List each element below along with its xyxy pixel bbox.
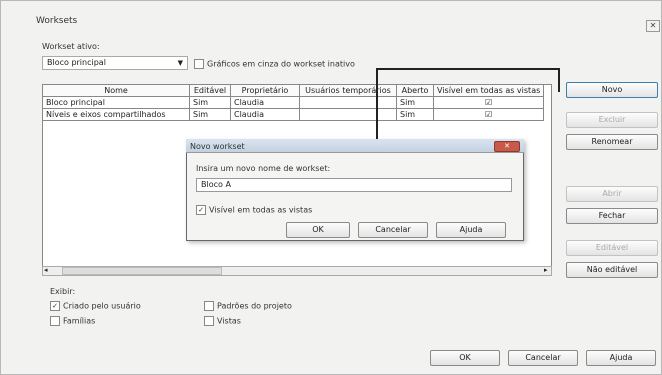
- workset-name-input[interactable]: Bloco A: [196, 178, 512, 192]
- cell-proprietario: Claudia: [230, 108, 300, 121]
- col-aberto[interactable]: Aberto: [396, 84, 434, 97]
- cancel-button[interactable]: Cancelar: [508, 350, 578, 366]
- checkbox-checked-icon[interactable]: ✓: [50, 301, 60, 311]
- col-usuarios[interactable]: Usuários temporários: [299, 84, 397, 97]
- callout-line: [558, 68, 560, 92]
- show-families-option[interactable]: Famílias: [50, 316, 95, 326]
- scrollbar-thumb[interactable]: [62, 267, 222, 275]
- ok-button[interactable]: OK: [430, 350, 500, 366]
- callout-line: [376, 68, 560, 70]
- gray-inactive-checkbox[interactable]: [194, 59, 204, 69]
- cell-nome[interactable]: Níveis e eixos compartilhados: [42, 108, 190, 121]
- chevron-down-icon: ▼: [177, 59, 183, 67]
- cell-aberto[interactable]: Sim: [396, 96, 434, 109]
- scroll-left-icon[interactable]: ◂: [44, 266, 48, 274]
- show-user-label: Criado pelo usuário: [63, 301, 141, 311]
- gray-inactive-option[interactable]: Gráficos em cinza do workset inativo: [194, 59, 355, 69]
- close-icon[interactable]: ✕: [646, 20, 660, 32]
- dialog-visible-label: Visível em todas as vistas: [209, 205, 313, 215]
- show-views-label: Vistas: [217, 316, 241, 326]
- show-families-label: Famílias: [63, 316, 96, 326]
- cell-visivel-checkbox[interactable]: ☑: [432, 108, 545, 121]
- checkbox[interactable]: [204, 301, 214, 311]
- show-standards-option[interactable]: Padrões do projeto: [204, 301, 292, 311]
- help-button[interactable]: Ajuda: [586, 350, 656, 366]
- excluir-button[interactable]: Excluir: [566, 112, 658, 128]
- fechar-button[interactable]: Fechar: [566, 208, 658, 224]
- checkbox[interactable]: [50, 316, 60, 326]
- col-editavel[interactable]: Editável: [189, 84, 231, 97]
- show-label: Exibir:: [50, 287, 76, 296]
- table-header: Nome Editável Proprietário Usuários temp…: [42, 84, 545, 97]
- show-views-option[interactable]: Vistas: [204, 316, 241, 326]
- dialog-prompt: Insira um novo nome de workset:: [196, 164, 331, 173]
- renomear-button[interactable]: Renomear: [566, 134, 658, 150]
- editavel-button[interactable]: Editável: [566, 240, 658, 256]
- worksets-table: Nome Editável Proprietário Usuários temp…: [42, 84, 545, 121]
- show-standards-label: Padrões do projeto: [217, 301, 292, 311]
- cell-editavel[interactable]: Sim: [189, 108, 231, 121]
- dialog-title: Novo workset: [190, 142, 245, 151]
- col-nome[interactable]: Nome: [42, 84, 190, 97]
- scroll-right-icon[interactable]: ▸: [544, 266, 548, 274]
- cell-usuarios: [299, 96, 397, 109]
- cell-aberto[interactable]: Sim: [396, 108, 434, 121]
- callout-line: [376, 68, 378, 140]
- cell-editavel[interactable]: Sim: [189, 96, 231, 109]
- novo-button[interactable]: Novo: [566, 82, 658, 98]
- checkbox[interactable]: [204, 316, 214, 326]
- dialog-help-button[interactable]: Ajuda: [436, 222, 506, 238]
- dialog-visible-option[interactable]: ✓ Visível em todas as vistas: [196, 205, 312, 215]
- cell-visivel-checkbox[interactable]: ☑: [432, 96, 545, 109]
- nao-editavel-button[interactable]: Não editável: [566, 262, 658, 278]
- cell-nome[interactable]: Bloco principal: [42, 96, 190, 109]
- active-workset-label: Workset ativo:: [42, 42, 100, 51]
- col-visivel[interactable]: Visível em todas as vistas: [432, 84, 545, 97]
- dialog-ok-button[interactable]: OK: [286, 222, 350, 238]
- cell-usuarios: [299, 108, 397, 121]
- abrir-button[interactable]: Abrir: [566, 186, 658, 202]
- show-user-option[interactable]: ✓ Criado pelo usuário: [50, 301, 141, 311]
- active-workset-value: Bloco principal: [47, 58, 106, 67]
- dialog-close-icon[interactable]: ✕: [494, 141, 520, 152]
- table-row[interactable]: Bloco principal Sim Claudia Sim ☑: [42, 96, 545, 109]
- active-workset-dropdown[interactable]: Bloco principal ▼: [42, 56, 188, 70]
- window-title: Worksets: [36, 16, 78, 26]
- checkbox-checked-icon[interactable]: ✓: [196, 205, 206, 215]
- cell-proprietario: Claudia: [230, 96, 300, 109]
- table-row[interactable]: Níveis e eixos compartilhados Sim Claudi…: [42, 108, 545, 121]
- dialog-cancel-button[interactable]: Cancelar: [358, 222, 428, 238]
- gray-inactive-label: Gráficos em cinza do workset inativo: [207, 59, 355, 69]
- col-proprietario[interactable]: Proprietário: [230, 84, 300, 97]
